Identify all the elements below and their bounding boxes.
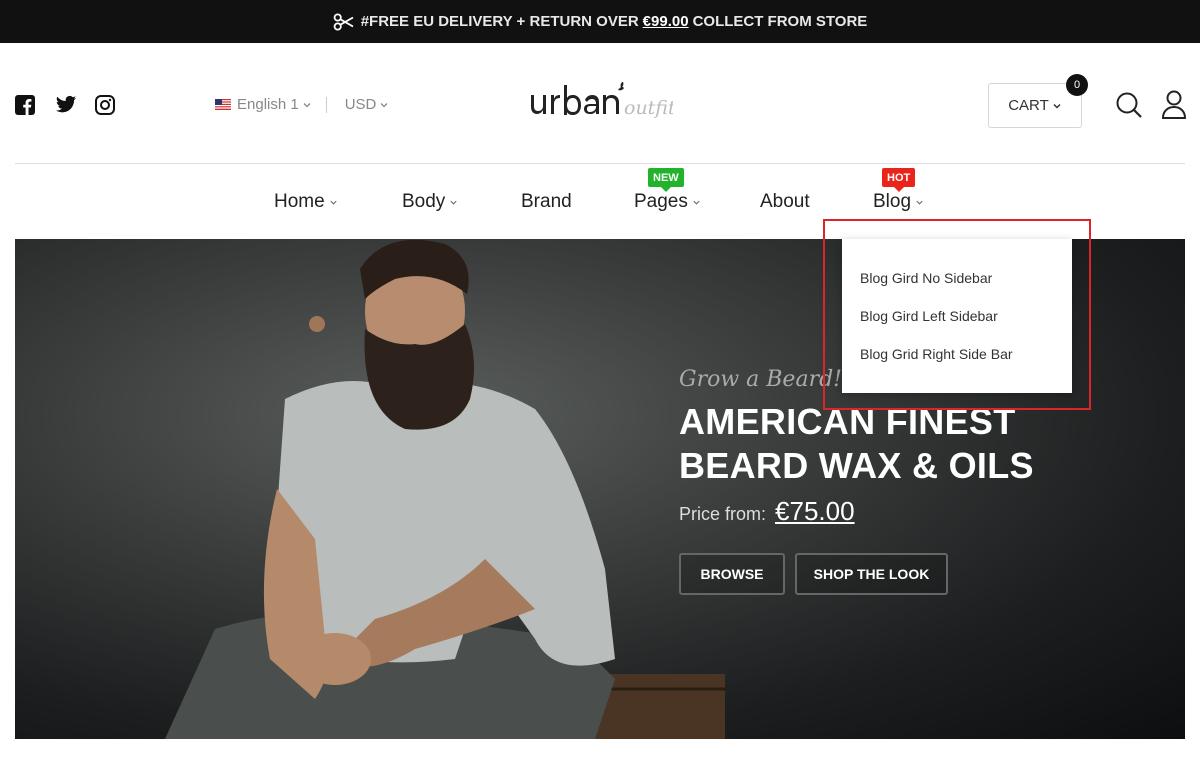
hero-text: Grow a Beard! AMERICAN FINEST BEARD WAX … — [679, 367, 1034, 595]
browse-button[interactable]: BROWSE — [679, 553, 785, 595]
dropdown-item-blog-grid-left-sidebar[interactable]: Blog Gird Left Sidebar — [842, 305, 1072, 343]
nav-label: Pages — [634, 191, 688, 212]
social-links — [15, 95, 115, 115]
chevron-down-icon — [1053, 103, 1061, 109]
dropdown-item-blog-grid-right-sidebar[interactable]: Blog Grid Right Side Bar — [842, 343, 1072, 381]
nav-label: Body — [402, 191, 446, 212]
chevron-down-icon — [450, 200, 457, 205]
hero-headline: AMERICAN FINEST BEARD WAX & OILS — [679, 400, 1034, 488]
hero-headline-line: AMERICAN FINEST — [679, 401, 1016, 442]
price-value: €75.00 — [775, 496, 855, 526]
nav-label: Brand — [521, 191, 572, 212]
search-icon[interactable] — [1115, 91, 1143, 119]
new-badge: NEW — [648, 168, 684, 192]
hot-badge: HOT — [882, 168, 916, 192]
blog-dropdown-menu: Blog Gird No Sidebar Blog Gird Left Side… — [842, 239, 1072, 393]
promo-text: #FREE EU DELIVERY + RETURN OVER — [360, 13, 639, 30]
promo-bar: #FREE EU DELIVERY + RETURN OVER €99.00 C… — [0, 0, 1200, 43]
nav-item-brand[interactable]: Brand — [521, 191, 572, 213]
hero-buttons: BROWSE SHOP THE LOOK — [679, 553, 1034, 595]
main-nav: Home Body Brand NEW Pages About HOT Blog — [0, 164, 1200, 239]
nav-item-pages[interactable]: Pages — [634, 191, 701, 213]
nav-label: About — [760, 191, 810, 212]
chevron-down-icon — [303, 102, 311, 107]
site-header: English 1 USD outfit CART 0 — [15, 43, 1188, 164]
facebook-icon[interactable] — [15, 95, 35, 115]
nav-item-blog[interactable]: Blog — [873, 191, 924, 213]
hero-price: Price from: €75.00 — [679, 496, 1034, 527]
nav-item-body[interactable]: Body — [402, 191, 458, 213]
chevron-down-icon — [380, 102, 388, 107]
nav-item-about[interactable]: About — [760, 191, 810, 213]
promo-text-after: COLLECT FROM STORE — [692, 13, 868, 30]
language-select[interactable]: English 1 — [237, 96, 299, 113]
us-flag-icon — [215, 99, 231, 110]
cart-count-badge: 0 — [1066, 74, 1088, 96]
nav-label: Home — [274, 191, 325, 212]
cart-label: CART — [1008, 97, 1049, 114]
nav-item-home[interactable]: Home — [274, 191, 338, 213]
twitter-icon[interactable] — [55, 95, 77, 115]
chevron-down-icon — [693, 200, 700, 205]
hero-headline-line: BEARD WAX & OILS — [679, 445, 1034, 486]
scissors-icon — [333, 12, 354, 31]
chevron-down-icon — [916, 200, 923, 205]
user-icon[interactable] — [1160, 89, 1188, 119]
divider — [325, 96, 327, 113]
instagram-icon[interactable] — [95, 95, 115, 115]
dropdown-item-blog-grid-no-sidebar[interactable]: Blog Gird No Sidebar — [842, 267, 1072, 305]
svg-text:outfit: outfit — [624, 97, 673, 119]
price-label: Price from: — [679, 504, 767, 524]
currency-select[interactable]: USD — [345, 96, 377, 113]
urban-outfit-logo[interactable]: outfit — [528, 80, 673, 126]
chevron-down-icon — [330, 200, 337, 205]
locale-switcher: English 1 USD — [215, 96, 389, 113]
promo-amount-link[interactable]: €99.00 — [643, 13, 689, 30]
nav-label: Blog — [873, 191, 912, 212]
shop-the-look-button[interactable]: SHOP THE LOOK — [795, 553, 948, 595]
